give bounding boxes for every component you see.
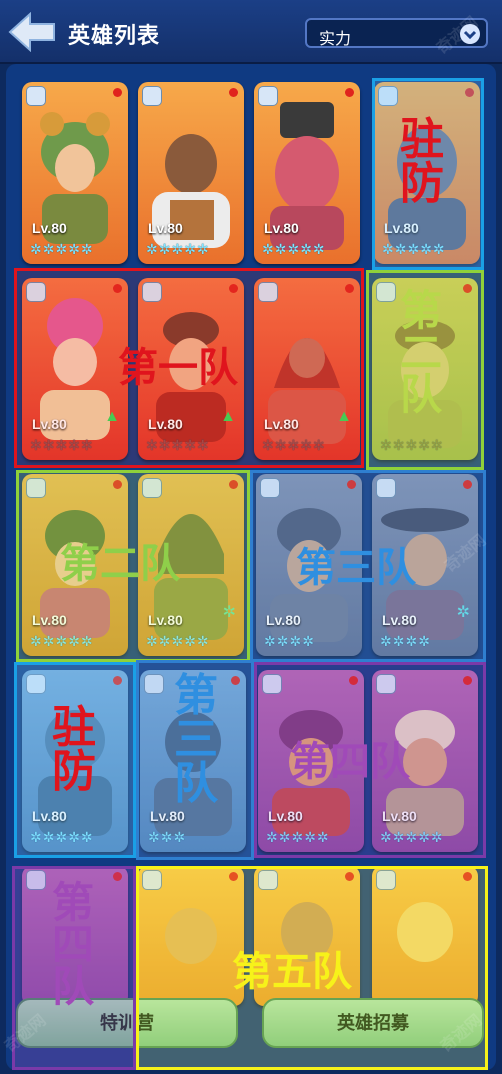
class-icon xyxy=(27,87,45,105)
hero-card[interactable]: Lv.80 ✲✲✲✲✲ xyxy=(254,82,360,264)
team3-label-2: 第三队 xyxy=(174,671,218,808)
team2-label-1: 第二队 xyxy=(400,287,443,418)
class-icon xyxy=(259,87,277,105)
team2-label-2: 第二队 xyxy=(60,542,180,586)
team4-label-2: 第四队 xyxy=(52,879,95,1010)
hero-card[interactable]: Lv.80 ✲✲✲✲✲ xyxy=(138,82,244,264)
class-icon xyxy=(143,87,161,105)
notification-dot xyxy=(113,88,122,97)
hero-level: Lv.80 xyxy=(264,220,299,236)
hero-card[interactable]: Lv.80 ✲✲✲✲✲ xyxy=(22,82,128,264)
hero-portrait xyxy=(22,82,128,264)
notification-dot xyxy=(345,88,354,97)
back-button[interactable] xyxy=(8,11,58,53)
star-rating: ✲✲✲✲✲ xyxy=(146,241,210,257)
hero-portrait xyxy=(138,82,244,264)
team3-label: 第三队 xyxy=(296,546,416,590)
team4-label-1: 第四队 xyxy=(290,740,410,784)
garrison-label-2: 驻防 xyxy=(52,703,96,796)
star-rating: ✲✲✲✲✲ xyxy=(30,241,94,257)
hero-portrait xyxy=(254,82,360,264)
notification-dot xyxy=(229,88,238,97)
team1-label: 第一队 xyxy=(118,346,238,390)
team5-label: 第五队 xyxy=(232,950,352,994)
back-arrow-icon xyxy=(8,11,55,53)
hero-level: Lv.80 xyxy=(32,220,67,236)
star-rating: ✲✲✲✲✲ xyxy=(262,241,326,257)
page-title: 英雄列表 xyxy=(68,23,161,48)
sort-selected-value: 实力 xyxy=(319,31,352,48)
top-bar: 英雄列表 实力 xyxy=(0,0,502,64)
hero-level: Lv.80 xyxy=(148,220,183,236)
garrison-label-1: 驻防 xyxy=(400,115,444,208)
